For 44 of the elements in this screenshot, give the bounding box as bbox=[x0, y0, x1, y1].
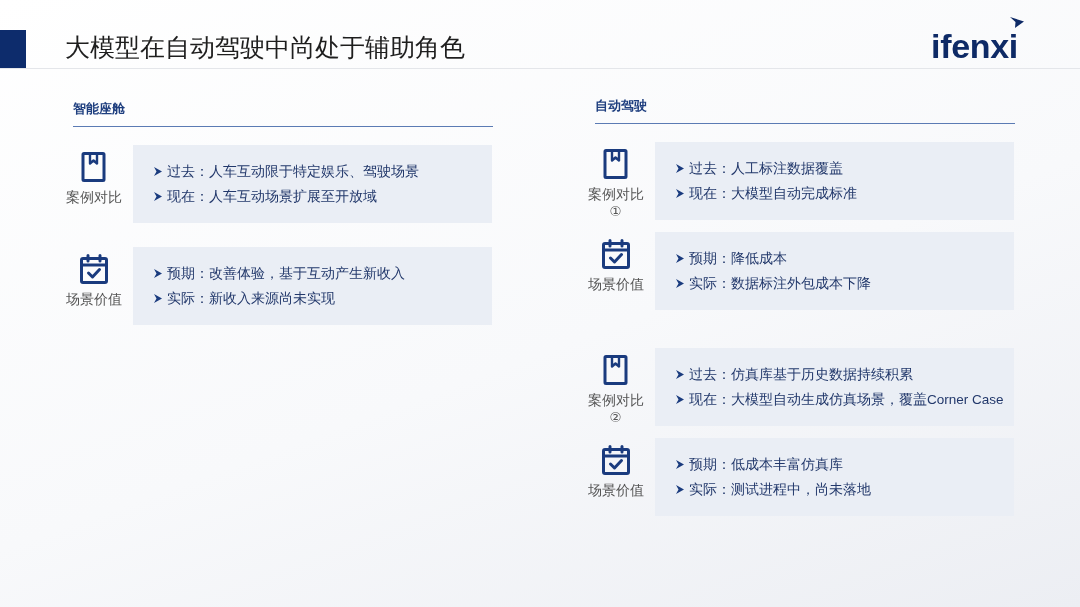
section-heading: 智能座舱 bbox=[73, 102, 125, 116]
slide-title: 大模型在自动驾驶中尚处于辅助角色 bbox=[65, 32, 465, 62]
bullet-text: 过去：人工标注数据覆盖 bbox=[689, 160, 843, 178]
arrow-bullet-icon bbox=[154, 294, 162, 303]
logo-text: ifenxi bbox=[931, 29, 1018, 63]
bookmark-icon bbox=[603, 149, 628, 179]
logo-flag-icon bbox=[1010, 17, 1024, 28]
arrow-bullet-icon bbox=[154, 167, 162, 176]
bullet-text: 现在：大模型自动生成仿真场景，覆盖Corner Case bbox=[689, 391, 1004, 409]
bullet-text: 实际：数据标注外包成本下降 bbox=[689, 275, 871, 293]
arrow-bullet-icon bbox=[154, 192, 162, 201]
row-number: ① bbox=[609, 203, 622, 220]
row-label: 案例对比 bbox=[587, 392, 644, 409]
row-label: 场景价值 bbox=[65, 291, 122, 308]
arrow-bullet-icon bbox=[676, 279, 684, 288]
row-label: 案例对比 bbox=[587, 186, 644, 203]
bullet-text: 实际：新收入来源尚未实现 bbox=[167, 290, 335, 308]
bookmark-icon bbox=[603, 355, 628, 385]
arrow-bullet-icon bbox=[676, 395, 684, 404]
row-label: 场景价值 bbox=[587, 482, 644, 499]
arrow-bullet-icon bbox=[676, 460, 684, 469]
bullet-text: 预期：降低成本 bbox=[689, 250, 787, 268]
bullet-text: 过去：人车互动限于特定娱乐、驾驶场景 bbox=[167, 163, 419, 181]
arrow-bullet-icon bbox=[676, 254, 684, 263]
bullet-text: 现在：大模型自动完成标准 bbox=[689, 185, 857, 203]
bullet-text: 过去：仿真库基于历史数据持续积累 bbox=[689, 366, 913, 384]
calendar-check-icon bbox=[601, 445, 630, 475]
row-label: 案例对比 bbox=[65, 189, 122, 206]
row-number: ② bbox=[609, 409, 622, 426]
row-label: 场景价值 bbox=[587, 276, 644, 293]
bullet-text: 预期：低成本丰富仿真库 bbox=[689, 456, 843, 474]
arrow-bullet-icon bbox=[676, 164, 684, 173]
bullet-text: 实际：测试进程中，尚未落地 bbox=[689, 481, 871, 499]
calendar-check-icon bbox=[601, 239, 630, 269]
arrow-bullet-icon bbox=[676, 189, 684, 198]
bullet-text: 现在：人车互动场景扩展至开放域 bbox=[167, 188, 377, 206]
title-accent-bar bbox=[0, 30, 26, 68]
arrow-bullet-icon bbox=[676, 370, 684, 379]
section-heading: 自动驾驶 bbox=[595, 99, 647, 113]
bookmark-icon bbox=[81, 152, 106, 182]
arrow-bullet-icon bbox=[154, 269, 162, 278]
bullet-text: 预期：改善体验，基于互动产生新收入 bbox=[167, 265, 405, 283]
calendar-check-icon bbox=[79, 254, 108, 284]
arrow-bullet-icon bbox=[676, 485, 684, 494]
